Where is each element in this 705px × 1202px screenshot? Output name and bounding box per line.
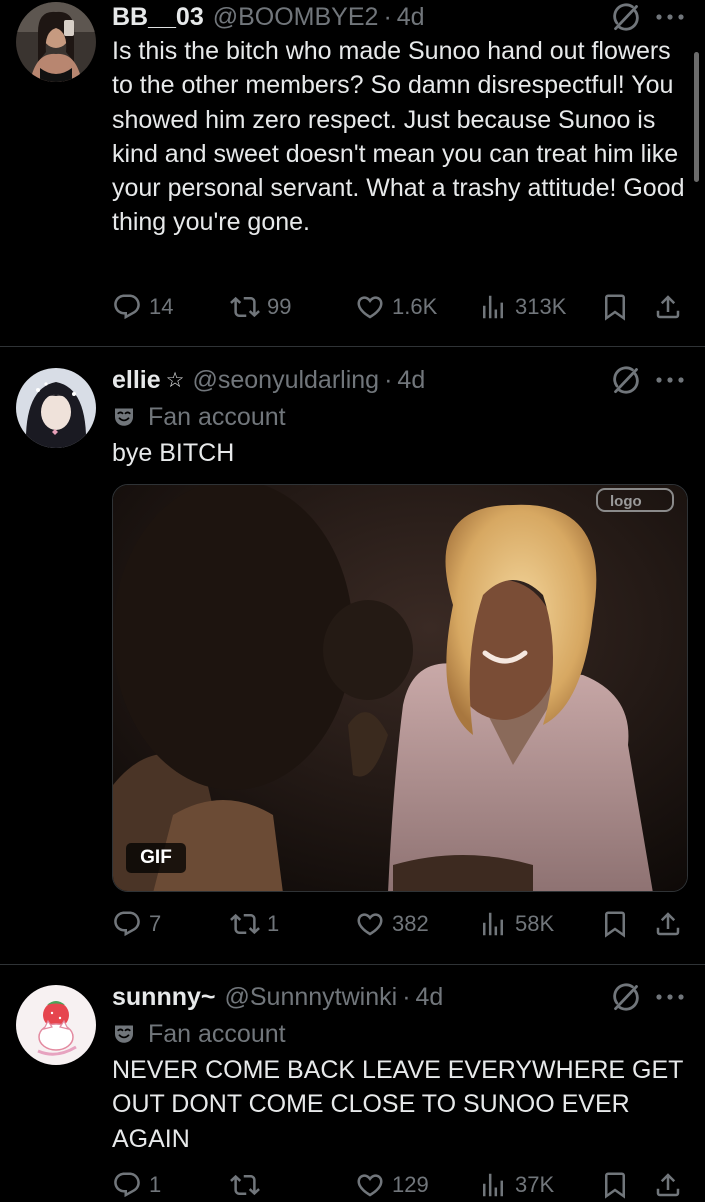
timestamp[interactable]: 4d xyxy=(416,983,444,1012)
bookmark-button[interactable] xyxy=(600,290,630,324)
views-icon xyxy=(478,1170,508,1200)
label-text: Fan account xyxy=(148,402,286,431)
more-icon[interactable] xyxy=(655,13,685,21)
reply-button[interactable]: 14 xyxy=(112,290,173,324)
reply-button[interactable]: 1 xyxy=(112,1168,161,1202)
reply-icon xyxy=(112,909,142,939)
post[interactable]: BB__03 @BOOMBYE2 · 4d Is this the bitch … xyxy=(0,0,705,346)
repost-count: 1 xyxy=(267,911,280,936)
reply-count: 14 xyxy=(149,294,174,319)
display-name[interactable]: ellie xyxy=(112,366,161,395)
post-header: sunnny~ @Sunnnytwinki · 4d xyxy=(112,980,443,1014)
bookmark-button[interactable] xyxy=(600,907,630,941)
post-text: Is this the bitch who made Sunoo hand ou… xyxy=(112,37,685,237)
gif-image: logo xyxy=(113,485,687,891)
heart-icon xyxy=(355,909,385,939)
avatar[interactable] xyxy=(16,2,96,82)
like-button[interactable]: 129 xyxy=(355,1168,429,1202)
reply-count: 1 xyxy=(149,1172,162,1197)
share-icon xyxy=(653,292,683,322)
views-icon xyxy=(478,292,508,322)
display-name[interactable]: sunnny~ xyxy=(112,983,216,1012)
timestamp[interactable]: 4d xyxy=(397,366,425,395)
views-button[interactable]: 37K xyxy=(478,1168,554,1202)
bookmark-icon xyxy=(600,1170,630,1200)
heart-icon xyxy=(355,1170,385,1200)
share-button[interactable] xyxy=(653,907,683,941)
gif-media[interactable]: logo xyxy=(112,484,688,892)
reply-icon xyxy=(112,292,142,322)
like-button[interactable]: 1.6K xyxy=(355,290,437,324)
share-button[interactable] xyxy=(653,290,683,324)
grok-icon[interactable] xyxy=(612,983,640,1011)
post-text: bye BITCH xyxy=(112,439,235,467)
heart-icon xyxy=(355,292,385,322)
views-count: 37K xyxy=(515,1172,555,1197)
repost-icon xyxy=(230,1170,260,1200)
action-bar: 14 99 1.6K 313K xyxy=(112,290,687,324)
action-bar: 7 1 382 58K xyxy=(112,907,687,941)
action-bar: 1 129 37K xyxy=(112,1168,687,1202)
share-icon xyxy=(653,909,683,939)
views-count: 58K xyxy=(515,911,555,936)
reply-button[interactable]: 7 xyxy=(112,907,161,941)
separator: · xyxy=(383,2,392,31)
post-header: BB__03 @BOOMBYE2 · 4d xyxy=(112,0,425,34)
star-emoji: ☆ xyxy=(165,368,185,392)
watermark-logo: logo xyxy=(610,493,642,510)
like-count: 382 xyxy=(392,911,429,936)
handle[interactable]: @Sunnnytwinki xyxy=(225,983,398,1012)
like-button[interactable]: 382 xyxy=(355,907,429,941)
grok-icon[interactable] xyxy=(612,3,640,31)
theater-mask-icon xyxy=(112,1022,136,1046)
repost-button[interactable]: 1 xyxy=(230,907,279,941)
theater-mask-icon xyxy=(112,405,136,429)
like-count: 129 xyxy=(392,1172,429,1197)
views-count: 313K xyxy=(515,294,567,319)
avatar[interactable] xyxy=(16,985,96,1065)
views-button[interactable]: 313K xyxy=(478,290,566,324)
repost-button[interactable]: 99 xyxy=(230,290,291,324)
repost-icon xyxy=(230,292,260,322)
reply-count: 7 xyxy=(149,911,162,936)
reply-icon xyxy=(112,1170,142,1200)
separator: · xyxy=(402,982,411,1011)
views-button[interactable]: 58K xyxy=(478,907,554,941)
bookmark-icon xyxy=(600,909,630,939)
avatar[interactable] xyxy=(16,368,96,448)
repost-button[interactable] xyxy=(230,1168,267,1202)
share-icon xyxy=(653,1170,683,1200)
more-icon[interactable] xyxy=(655,993,685,1001)
handle[interactable]: @seonyuldarling xyxy=(192,366,379,395)
post[interactable]: sunnny~ @Sunnnytwinki · 4d Fan account N… xyxy=(0,965,705,1200)
handle[interactable]: @BOOMBYE2 xyxy=(213,3,379,32)
bookmark-button[interactable] xyxy=(600,1168,630,1202)
repost-icon xyxy=(230,909,260,939)
like-count: 1.6K xyxy=(392,294,438,319)
label-text: Fan account xyxy=(148,1019,286,1048)
display-name[interactable]: BB__03 xyxy=(112,3,204,32)
repost-count: 99 xyxy=(267,294,292,319)
grok-icon[interactable] xyxy=(612,366,640,394)
bookmark-icon xyxy=(600,292,630,322)
post-text: NEVER COME BACK LEAVE EVERYWHERE GET OUT… xyxy=(112,1056,683,1153)
views-icon xyxy=(478,909,508,939)
fan-account-label: Fan account xyxy=(112,400,286,434)
post-header: ellie ☆ @seonyuldarling · 4d xyxy=(112,363,425,397)
fan-account-label: Fan account xyxy=(112,1017,286,1051)
share-button[interactable] xyxy=(653,1168,683,1202)
timestamp[interactable]: 4d xyxy=(397,3,425,32)
more-icon[interactable] xyxy=(655,376,685,384)
gif-badge: GIF xyxy=(126,843,186,873)
separator: · xyxy=(384,365,393,394)
